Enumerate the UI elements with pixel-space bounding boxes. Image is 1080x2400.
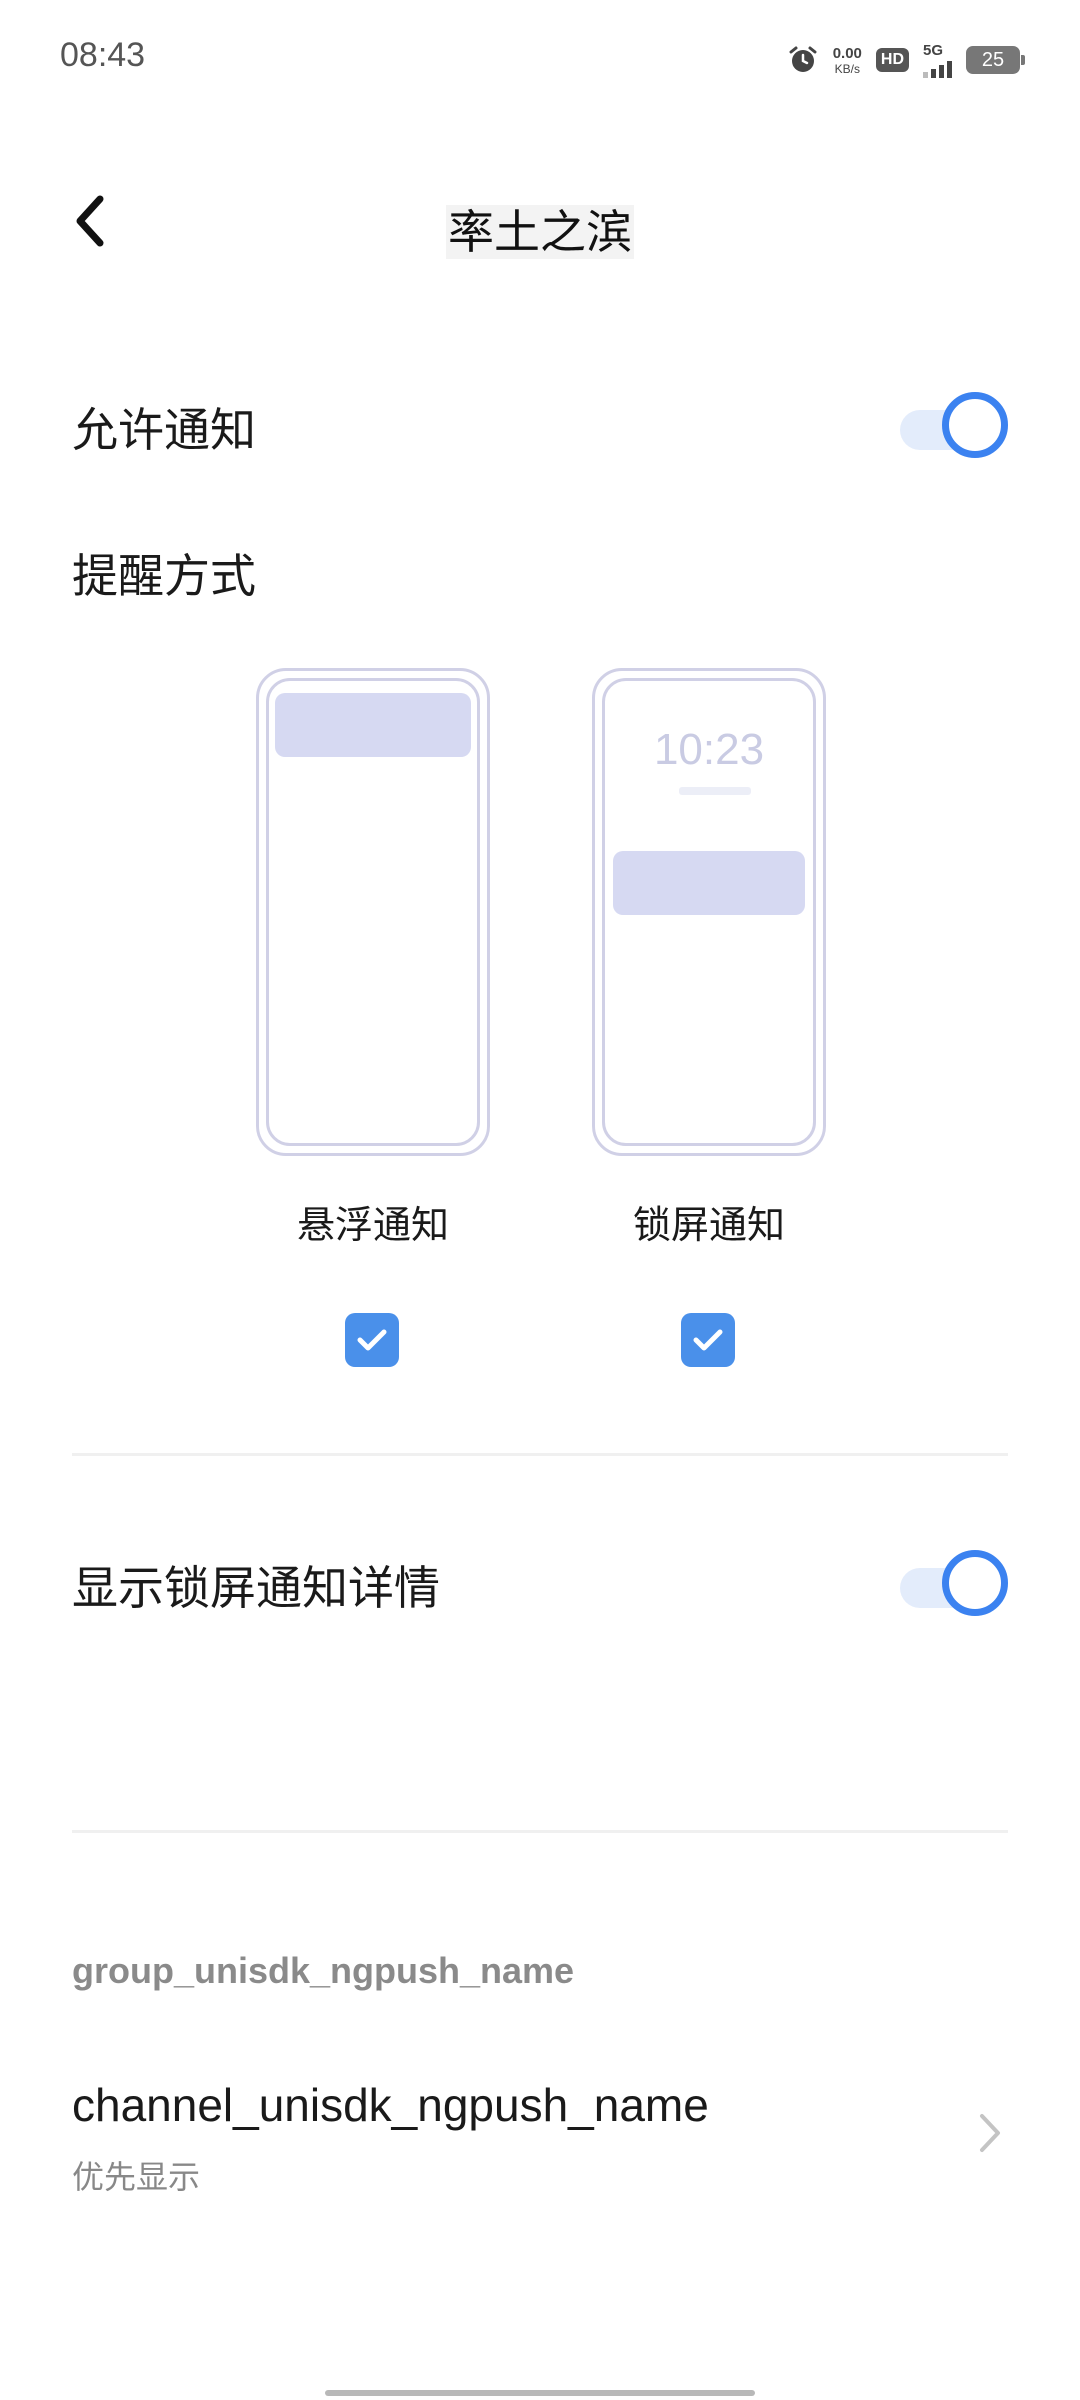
lockscreen-notification-preview[interactable]: 10:23 xyxy=(592,668,826,1156)
allow-notifications-label: 允许通知 xyxy=(72,403,256,457)
status-time: 08:43 xyxy=(60,36,146,74)
lockscreen-details-toggle[interactable] xyxy=(888,1550,1008,1616)
app-name: 率土之滨 xyxy=(446,205,634,259)
divider xyxy=(72,1453,1008,1456)
lockscreen-details-label: 显示锁屏通知详情 xyxy=(72,1561,440,1615)
lockscreen-notification-checkbox[interactable] xyxy=(681,1313,735,1367)
allow-notifications-toggle[interactable] xyxy=(888,392,1008,458)
divider xyxy=(72,1830,1008,1833)
net-speed: 0.00 KB/s xyxy=(833,46,862,75)
channel-subtitle: 优先显示 xyxy=(72,2158,201,2196)
preview-time: 10:23 xyxy=(653,725,765,774)
alarm-icon xyxy=(787,44,819,76)
signal-icon: 5G xyxy=(923,43,952,78)
check-icon xyxy=(357,1329,387,1351)
net-speed-value: 0.00 xyxy=(832,44,862,62)
reminder-section-title: 提醒方式 xyxy=(72,549,256,603)
notification-settings-page: 08:43 0.00 KB/s HD 5G 25 率土之滨 允许通知 提醒方式 … xyxy=(0,0,1080,2400)
net-speed-unit: KB/s xyxy=(834,61,860,76)
network-type: 5G xyxy=(923,41,944,59)
hd-icon: HD xyxy=(875,48,909,72)
check-icon xyxy=(693,1329,723,1351)
group-title: group_unisdk_ngpush_name xyxy=(72,1950,575,1991)
status-icons: 0.00 KB/s HD 5G 25 xyxy=(787,40,1025,80)
home-indicator[interactable] xyxy=(325,2390,755,2396)
status-bar: 08:43 0.00 KB/s HD 5G 25 xyxy=(0,0,1080,120)
channel-title: channel_unisdk_ngpush_name xyxy=(72,2079,709,2131)
page-title: 率土之滨 xyxy=(0,196,1080,262)
chevron-right-icon xyxy=(968,2108,1008,2158)
lockscreen-notification-label: 锁屏通知 xyxy=(632,1203,785,1247)
floating-notification-label: 悬浮通知 xyxy=(296,1203,449,1247)
floating-notification-checkbox[interactable] xyxy=(345,1313,399,1367)
floating-notification-preview[interactable] xyxy=(256,668,490,1156)
battery-icon: 25 xyxy=(966,46,1025,74)
